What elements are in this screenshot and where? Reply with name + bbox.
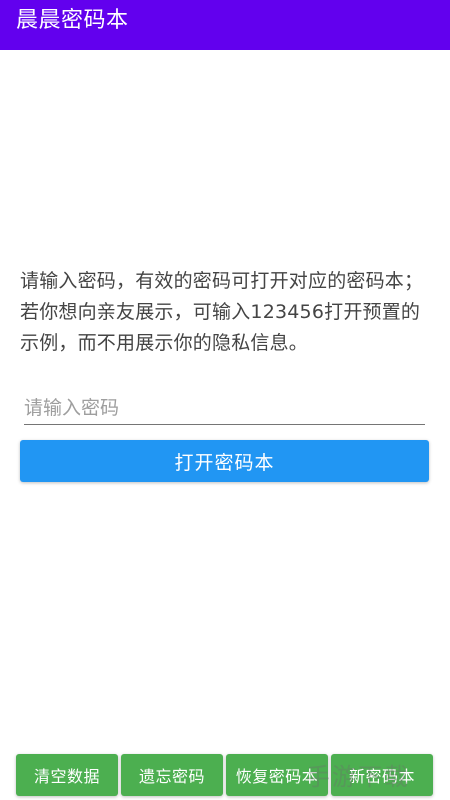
app-screen: 晨晨密码本 请输入密码，有效的密码可打开对应的密码本；若你想向亲友展示，可输入1… <box>0 0 450 800</box>
app-bar: 晨晨密码本 <box>0 0 450 50</box>
password-input[interactable] <box>24 392 425 425</box>
intro-text: 请输入密码，有效的密码可打开对应的密码本；若你想向亲友展示，可输入123456打… <box>20 270 424 354</box>
app-title: 晨晨密码本 <box>16 8 129 33</box>
forgot-password-button[interactable]: 遗忘密码 <box>121 754 223 796</box>
open-notebook-button[interactable]: 打开密码本 <box>20 440 429 482</box>
watermark-text: 手游下载 <box>306 763 410 791</box>
clear-data-button[interactable]: 清空数据 <box>16 754 118 796</box>
